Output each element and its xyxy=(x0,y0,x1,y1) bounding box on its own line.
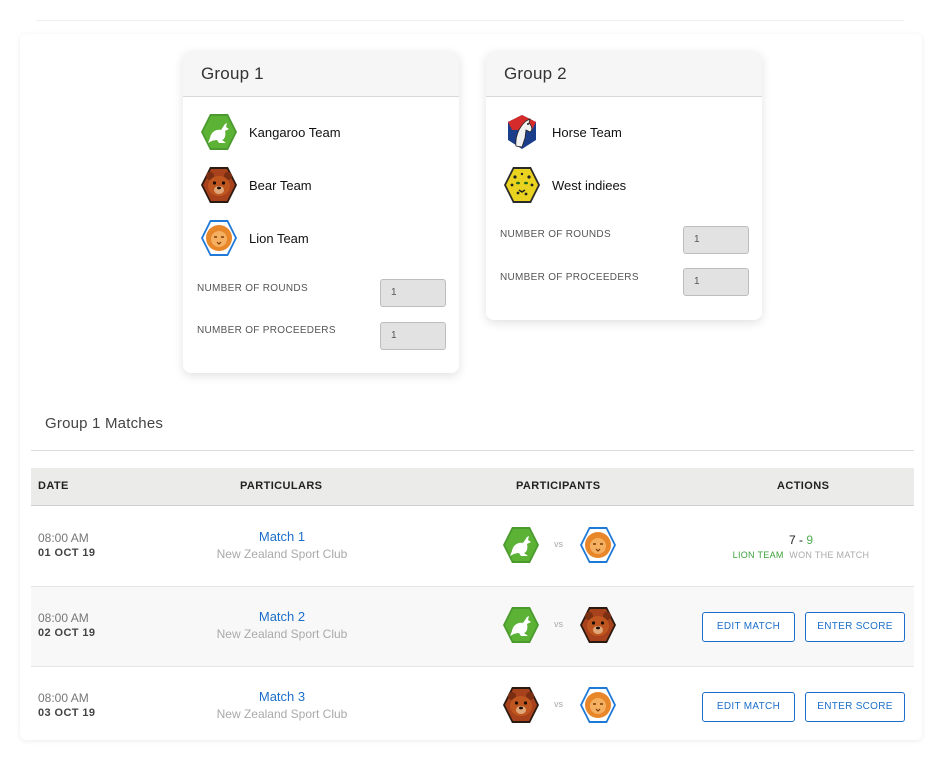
winner-team: LION TEAM xyxy=(732,550,784,560)
match-row-2: 08:00 AM 02 OCT 19 Match 2 New Zealand S… xyxy=(31,587,914,667)
enter-score-button[interactable]: ENTER SCORE xyxy=(805,612,905,642)
match-venue: New Zealand Sport Club xyxy=(216,547,348,561)
team-name: Horse Team xyxy=(552,124,622,140)
match-date: 01 OCT 19 xyxy=(38,547,96,559)
score-away: 9 xyxy=(806,533,814,547)
enter-score-button[interactable]: ENTER SCORE xyxy=(805,692,905,722)
group-card-2: Group 2 Horse Team West indiees NUMBER O… xyxy=(486,51,762,320)
bear-icon xyxy=(199,165,239,205)
group-title: Group 1 xyxy=(183,51,459,97)
match-result: LION TEAM WON THE MATCH xyxy=(721,550,881,560)
rounds-input[interactable]: 1 xyxy=(380,279,446,307)
match-venue: New Zealand Sport Club xyxy=(216,627,348,641)
proceeders-label: NUMBER OF PROCEEDERS xyxy=(197,325,336,336)
group-card-1: Group 1 Kangaroo Team Bear Team Lion Tea… xyxy=(183,51,459,373)
won-text: WON THE MATCH xyxy=(789,550,870,560)
team-name: Bear Team xyxy=(249,177,312,193)
team-item-horse: Horse Team xyxy=(502,112,622,152)
match-date: 03 OCT 19 xyxy=(38,707,96,719)
match-date: 02 OCT 19 xyxy=(38,627,96,639)
leopard-icon xyxy=(502,165,542,205)
edit-match-button[interactable]: EDIT MATCH xyxy=(702,692,795,722)
lion-icon xyxy=(578,685,618,723)
top-divider xyxy=(36,20,904,21)
kangaroo-icon xyxy=(501,605,541,645)
team-name: Kangaroo Team xyxy=(249,124,341,140)
bear-icon xyxy=(578,605,618,645)
team-item-lion: Lion Team xyxy=(199,218,309,258)
proceeders-label: NUMBER OF PROCEEDERS xyxy=(500,272,639,283)
match-venue: New Zealand Sport Club xyxy=(216,707,348,721)
match-time: 08:00 AM xyxy=(38,611,89,625)
team-item-bear: Bear Team xyxy=(199,165,312,205)
edit-match-button[interactable]: EDIT MATCH xyxy=(702,612,795,642)
group-title: Group 2 xyxy=(486,51,762,97)
kangaroo-icon xyxy=(199,112,239,152)
score-separator: - xyxy=(795,533,807,547)
match-score: 7 - 9 xyxy=(731,533,871,547)
rounds-input[interactable]: 1 xyxy=(683,226,749,254)
team-name: West indiees xyxy=(552,177,627,193)
rounds-label: NUMBER OF ROUNDS xyxy=(197,283,308,294)
vs-label: vs xyxy=(554,699,563,709)
team-name: Lion Team xyxy=(249,230,309,246)
vs-label: vs xyxy=(554,619,563,629)
proceeders-input[interactable]: 1 xyxy=(380,322,446,350)
match-link[interactable]: Match 3 xyxy=(201,689,363,704)
horse-icon xyxy=(502,112,542,152)
header-actions: ACTIONS xyxy=(777,480,830,492)
match-time: 08:00 AM xyxy=(38,691,89,705)
header-participants: PARTICIPANTS xyxy=(516,480,601,492)
score-home: 7 xyxy=(788,533,796,547)
match-row-1: 08:00 AM 01 OCT 19 Match 1 New Zealand S… xyxy=(31,507,914,587)
match-row-3: 08:00 AM 03 OCT 19 Match 3 New Zealand S… xyxy=(31,667,914,723)
header-particulars: PARTICULARS xyxy=(240,480,323,492)
vs-label: vs xyxy=(554,539,563,549)
team-item-kangaroo: Kangaroo Team xyxy=(199,112,341,152)
header-date: DATE xyxy=(38,480,69,492)
match-time: 08:00 AM xyxy=(38,531,89,545)
kangaroo-icon xyxy=(501,525,541,565)
section-divider xyxy=(31,450,914,451)
matches-table-header: DATE PARTICULARS PARTICIPANTS ACTIONS xyxy=(31,468,914,506)
bear-icon xyxy=(501,685,541,723)
lion-icon xyxy=(199,218,239,258)
match-link[interactable]: Match 2 xyxy=(201,609,363,624)
team-item-leopard: West indiees xyxy=(502,165,626,205)
proceeders-input[interactable]: 1 xyxy=(683,268,749,296)
match-link[interactable]: Match 1 xyxy=(201,529,363,544)
matches-section-title: Group 1 Matches xyxy=(45,415,164,432)
rounds-label: NUMBER OF ROUNDS xyxy=(500,229,611,240)
lion-icon xyxy=(578,525,618,565)
